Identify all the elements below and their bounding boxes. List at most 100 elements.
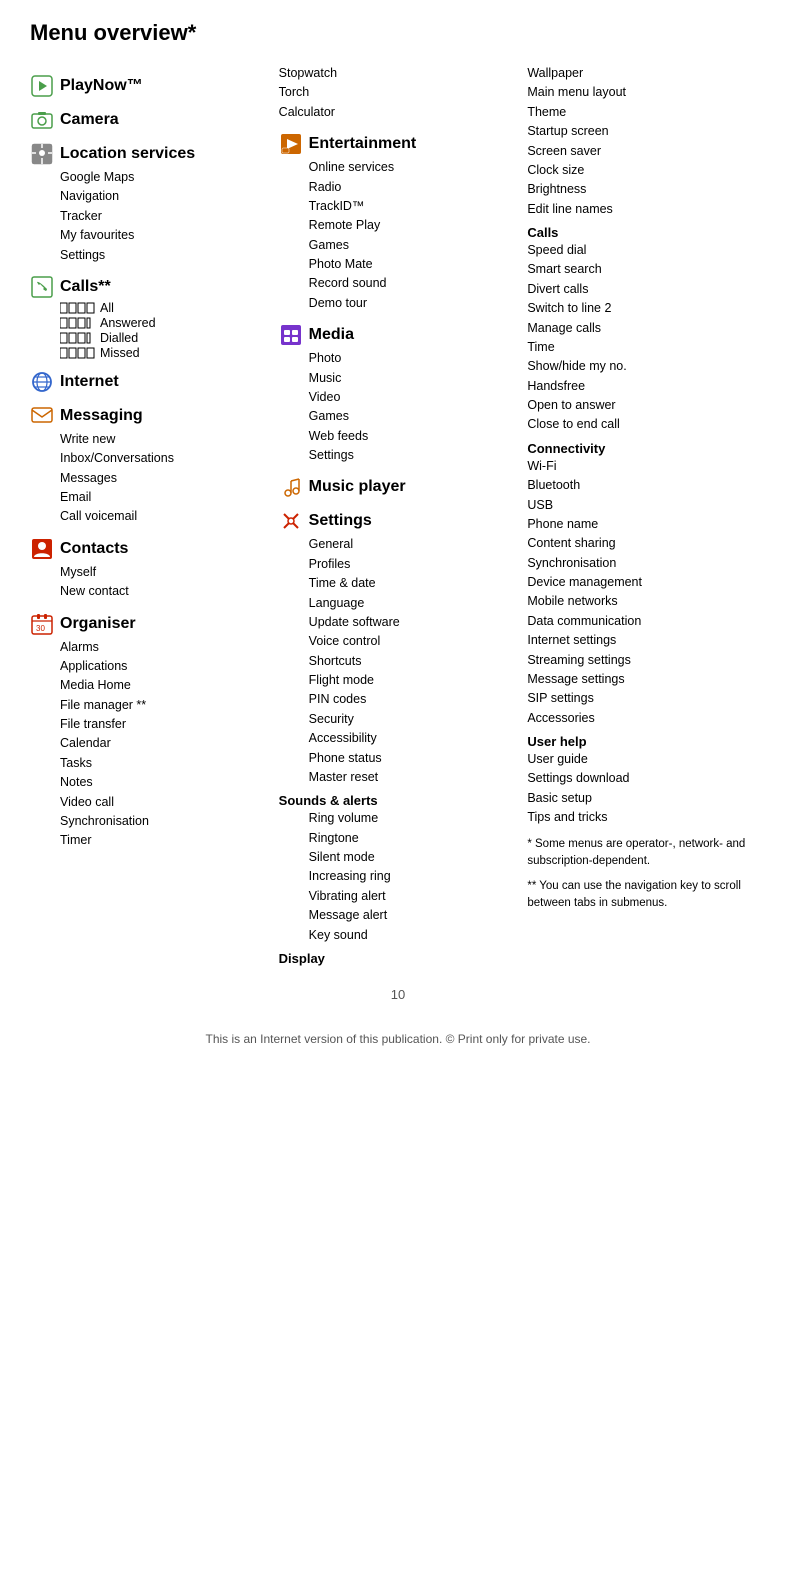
connectivity-header: Connectivity	[527, 441, 766, 456]
list-item: Startup screen	[527, 122, 766, 141]
contacts-items: Myself New contact	[30, 563, 269, 602]
list-item: Divert calls	[527, 280, 766, 299]
list-item: Increasing ring	[309, 867, 518, 886]
page-title: Menu overview*	[30, 20, 766, 46]
list-item: Content sharing	[527, 534, 766, 553]
list-item: Missed	[60, 346, 269, 360]
list-item: Calculator	[279, 103, 518, 122]
messaging-icon	[30, 404, 54, 428]
list-item: Record sound	[309, 274, 518, 293]
list-item: Accessibility	[309, 729, 518, 748]
section-musicplayer: Music player	[279, 475, 518, 499]
list-item: Brightness	[527, 180, 766, 199]
connectivity-items: Wi-Fi Bluetooth USB Phone name Content s…	[527, 457, 766, 728]
note-2: ** You can use the navigation key to scr…	[527, 878, 766, 913]
list-item: Close to end call	[527, 415, 766, 434]
list-item: Silent mode	[309, 848, 518, 867]
list-item: Vibrating alert	[309, 887, 518, 906]
list-item: Data communication	[527, 612, 766, 631]
footer-text: This is an Internet version of this publ…	[30, 1032, 766, 1046]
list-item: Dialled	[60, 331, 269, 345]
location-items: Google Maps Navigation Tracker My favour…	[30, 168, 269, 265]
list-item: Games	[309, 407, 518, 426]
list-item: Games	[309, 236, 518, 255]
list-item: Settings	[309, 446, 518, 465]
svg-text:30: 30	[36, 624, 45, 633]
list-item: Torch	[279, 83, 518, 102]
list-item: Answered	[60, 316, 269, 330]
organiser-title: Organiser	[60, 615, 136, 633]
list-item: Media Home	[60, 676, 269, 695]
list-item: Email	[60, 488, 269, 507]
all-label: All	[100, 301, 114, 315]
list-item: Manage calls	[527, 319, 766, 338]
column-2: Stopwatch Torch Calculator Entertainment…	[279, 64, 528, 967]
list-item: Ring volume	[309, 809, 518, 828]
column-3: Wallpaper Main menu layout Theme Startup…	[527, 64, 766, 913]
answered-label: Answered	[100, 316, 156, 330]
list-item: Screen saver	[527, 142, 766, 161]
list-item: Calendar	[60, 734, 269, 753]
internet-title: Internet	[60, 373, 119, 391]
list-item: Language	[309, 594, 518, 613]
media-items: Photo Music Video Games Web feeds Settin…	[279, 349, 518, 465]
camera-icon	[30, 108, 54, 132]
list-item: Handsfree	[527, 377, 766, 396]
list-item: Notes	[60, 773, 269, 792]
calls-icon	[30, 275, 54, 299]
list-item: Applications	[60, 657, 269, 676]
list-item: PIN codes	[309, 690, 518, 709]
list-item: Accessories	[527, 709, 766, 728]
list-item: Settings download	[527, 769, 766, 788]
list-item: Radio	[309, 178, 518, 197]
list-item: Web feeds	[309, 427, 518, 446]
list-item: Timer	[60, 831, 269, 850]
list-item: Update software	[309, 613, 518, 632]
section-messaging: Messaging	[30, 404, 269, 428]
list-item: Master reset	[309, 768, 518, 787]
list-item: Music	[309, 369, 518, 388]
section-contacts: Contacts	[30, 537, 269, 561]
list-item: Streaming settings	[527, 651, 766, 670]
list-item: Call voicemail	[60, 507, 269, 526]
list-item: Basic setup	[527, 789, 766, 808]
list-item: Tasks	[60, 754, 269, 773]
playnow-icon	[30, 74, 54, 98]
list-item: User guide	[527, 750, 766, 769]
section-organiser: 30 Organiser	[30, 612, 269, 636]
list-item: Theme	[527, 103, 766, 122]
organiser-icon: 30	[30, 612, 54, 636]
organiser-items: Alarms Applications Media Home File mana…	[30, 638, 269, 851]
list-item: Voice control	[309, 632, 518, 651]
list-item: Navigation	[60, 187, 269, 206]
media-icon	[279, 323, 303, 347]
contacts-icon	[30, 537, 54, 561]
calls-title: Calls**	[60, 278, 111, 296]
playnow-title: PlayNow™	[60, 77, 143, 95]
section-location: Location services	[30, 142, 269, 166]
dialled-label: Dialled	[100, 331, 138, 345]
musicplayer-title: Music player	[309, 478, 406, 496]
section-playnow: PlayNow™	[30, 74, 269, 98]
list-item: Flight mode	[309, 671, 518, 690]
list-item: Video call	[60, 793, 269, 812]
list-item: Tracker	[60, 207, 269, 226]
contacts-title: Contacts	[60, 540, 128, 558]
list-item: Time	[527, 338, 766, 357]
list-item: Open to answer	[527, 396, 766, 415]
list-item: SIP settings	[527, 689, 766, 708]
list-item: Main menu layout	[527, 83, 766, 102]
section-entertainment: Entertainment	[279, 132, 518, 156]
dialled-bars-icon	[60, 331, 96, 345]
list-item: TrackID™	[309, 197, 518, 216]
list-item: Switch to line 2	[527, 299, 766, 318]
calls-sub-header: Calls	[527, 225, 766, 240]
list-item: Remote Play	[309, 216, 518, 235]
sounds-alerts-header: Sounds & alerts	[279, 793, 518, 808]
col3-top-items: Wallpaper Main menu layout Theme Startup…	[527, 64, 766, 219]
list-item: Shortcuts	[309, 652, 518, 671]
list-item: Clock size	[527, 161, 766, 180]
list-item: Alarms	[60, 638, 269, 657]
list-item: Photo Mate	[309, 255, 518, 274]
entertainment-items: Online services Radio TrackID™ Remote Pl…	[279, 158, 518, 313]
